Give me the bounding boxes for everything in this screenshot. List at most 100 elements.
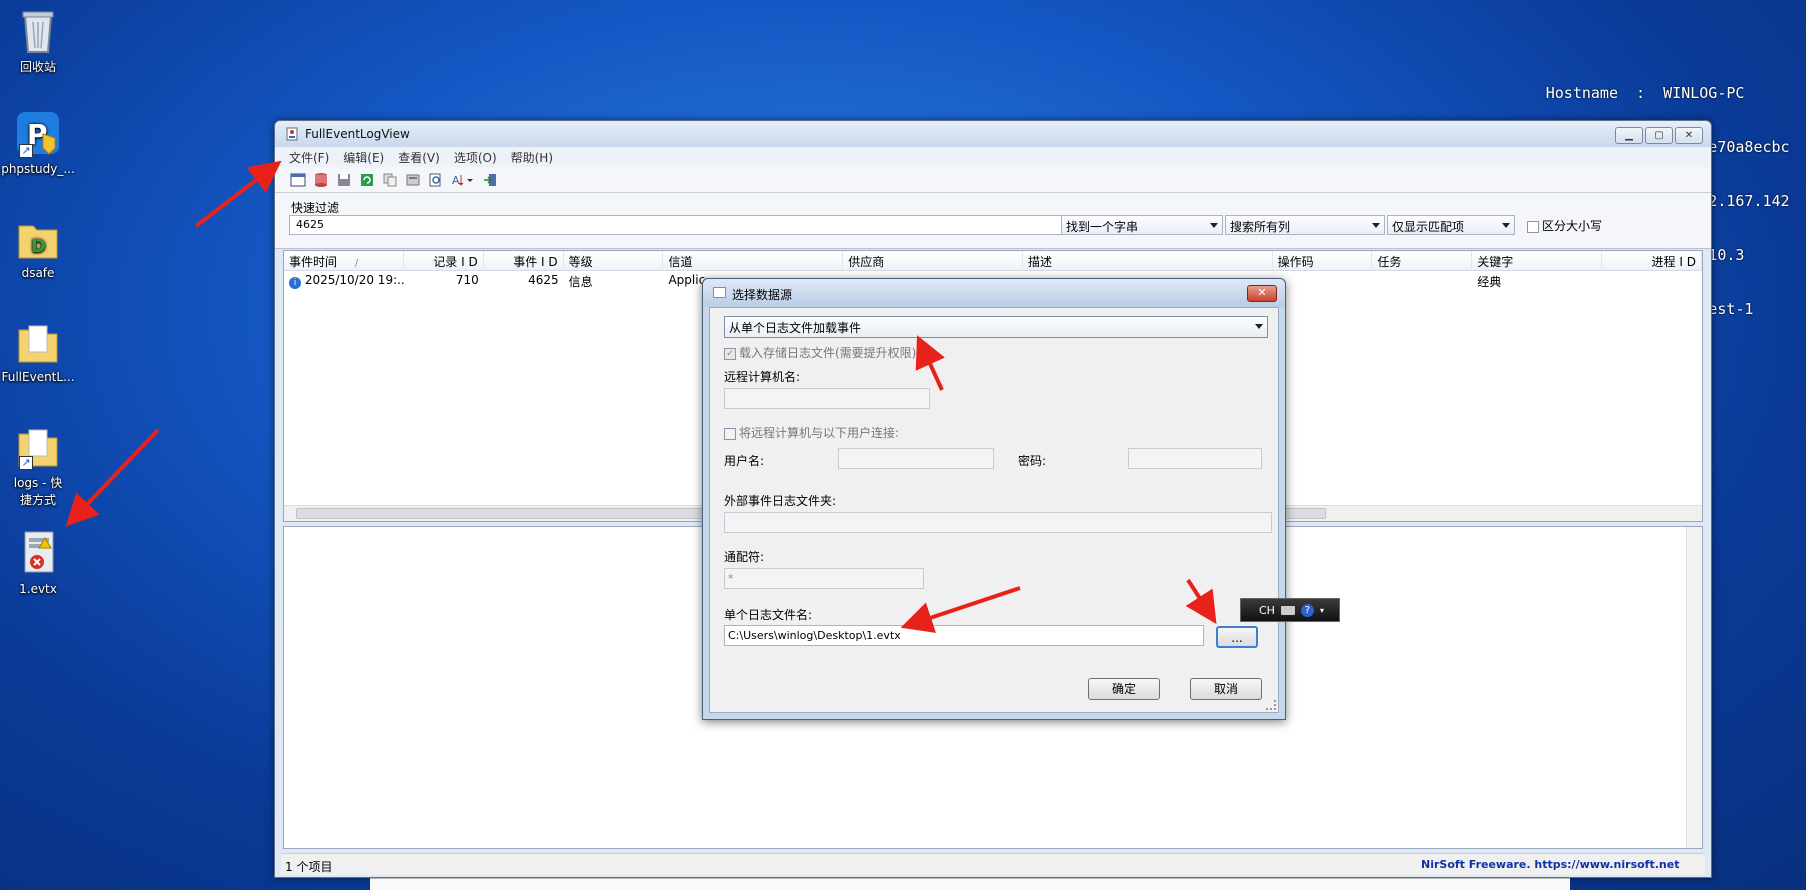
recycle-bin-icon (15, 6, 61, 54)
find-icon[interactable] (427, 171, 445, 189)
annotation-arrow-evtx (65, 428, 160, 527)
checkbox-box[interactable] (724, 427, 736, 440)
dialog-body: 从单个日志文件加载事件 ✓ 载入存储日志文件(需要提升权限) 远程计算机名: 将远… (709, 307, 1279, 713)
folder-icon: D (15, 214, 61, 262)
language-bar[interactable]: CH ? ▾ (1240, 598, 1340, 622)
password-input[interactable] (1128, 448, 1262, 469)
load-archived-checkbox[interactable]: ✓ 载入存储日志文件(需要提升权限) (724, 344, 916, 361)
keyboard-icon[interactable] (1280, 605, 1295, 615)
desktop-icon-label: FullEventL... (1, 370, 75, 384)
filter-columns-select[interactable]: 搜索所有列 (1225, 215, 1385, 235)
exit-icon[interactable] (481, 171, 499, 189)
single-file-input[interactable]: C:\Users\winlog\Desktop\1.evtx (724, 625, 1204, 646)
svg-text:A: A (452, 174, 460, 187)
ok-button[interactable]: 确定 (1088, 678, 1160, 700)
choose-data-source-dialog: 选择数据源 ✕ 从单个日志文件加载事件 ✓ 载入存储日志文件(需要提升权限) 远程… (702, 278, 1286, 720)
phpstudy-icon: P ↗ (15, 110, 61, 158)
sort-icon[interactable]: A (450, 171, 476, 189)
filter-mode-select[interactable]: 找到一个字串 (1061, 215, 1223, 235)
close-button[interactable]: ✕ (1675, 127, 1703, 144)
dialog-close-button[interactable]: ✕ (1247, 285, 1277, 302)
username-label: 用户名: (724, 454, 765, 468)
cell-level: 信息 (568, 275, 593, 289)
cell-record-id: 710 (455, 273, 479, 287)
cancel-button[interactable]: 取消 (1190, 678, 1262, 700)
column-header-opcode[interactable]: 操作码 (1273, 251, 1373, 271)
filter-columns-value: 搜索所有列 (1230, 220, 1291, 234)
help-icon[interactable]: ? (1300, 603, 1314, 617)
filter-display-value: 仅显示匹配项 (1392, 220, 1465, 234)
dialog-titlebar[interactable]: 选择数据源 ✕ (703, 279, 1285, 307)
filter-mode-value: 找到一个字串 (1066, 220, 1139, 234)
desktop-icon-label: 回收站 (19, 60, 56, 74)
column-header-keyword[interactable]: 关键字 (1472, 251, 1603, 271)
column-header-provider[interactable]: 供应商 (843, 251, 1023, 271)
column-header-channel[interactable]: 信道 (663, 251, 844, 271)
filter-display-select[interactable]: 仅显示匹配项 (1387, 215, 1515, 235)
cell-time: i 2025/10/20 19:... (284, 271, 404, 291)
resize-grip-icon[interactable] (1266, 700, 1276, 710)
annotation-arrow-menu (194, 160, 282, 228)
desktop-icon-dsafe[interactable]: D dsafe (0, 214, 76, 280)
menu-edit[interactable]: 编辑(E) (343, 149, 384, 166)
external-folder-label: 外部事件日志文件夹: (724, 494, 837, 508)
remote-computer-label: 远程计算机名: (724, 370, 801, 384)
connect-user-checkbox[interactable]: 将远程计算机与以下用户连接: (724, 424, 899, 441)
menu-file[interactable]: 文件(F) (289, 149, 329, 166)
connect-user-label: 将远程计算机与以下用户连接: (739, 426, 900, 440)
remote-computer-input[interactable] (724, 388, 930, 409)
options-icon[interactable]: ▾ (1320, 606, 1324, 615)
quick-filter-input[interactable]: 4625 (289, 215, 1071, 235)
menu-view[interactable]: 查看(V) (398, 149, 440, 166)
properties-icon[interactable] (404, 171, 422, 189)
checkbox-checked[interactable]: ✓ (724, 347, 736, 360)
desktop-icon-logs-shortcut[interactable]: ↗ logs - 快捷方式 (0, 422, 76, 508)
desktop-icon-fulleventlog-folder[interactable]: FullEventL... (0, 318, 76, 384)
item-count: 1 个项目 (285, 860, 333, 874)
language-indicator[interactable]: CH (1259, 604, 1275, 617)
chevron-down-icon (1255, 324, 1263, 329)
menu-options[interactable]: 选项(O) (454, 149, 497, 166)
vertical-scrollbar[interactable] (1686, 527, 1702, 848)
column-header-description[interactable]: 描述 (1023, 251, 1273, 271)
desktop-icon-1-evtx[interactable]: 1.evtx (0, 530, 76, 596)
column-header-task[interactable]: 任务 (1372, 251, 1473, 271)
case-sensitive-label: 区分大小写 (1542, 219, 1603, 233)
save-icon[interactable] (335, 171, 353, 189)
chevron-down-icon (1502, 223, 1510, 228)
toolbar: A (275, 167, 1711, 193)
dialog-icon (713, 287, 726, 298)
external-folder-input[interactable] (724, 512, 1272, 533)
copy-icon[interactable] (381, 171, 399, 189)
menu-bar: 文件(F) 编辑(E) 查看(V) 选项(O) 帮助(H) (275, 147, 1711, 167)
column-header-time[interactable]: 事件时间 / (284, 251, 404, 271)
checkbox-box[interactable] (1527, 220, 1539, 233)
source-type-select[interactable]: 从单个日志文件加载事件 (724, 316, 1268, 338)
nirsoft-link[interactable]: NirSoft Freeware. https://www.nirsoft.ne… (1421, 858, 1679, 871)
minimize-button[interactable]: ▁ (1615, 127, 1643, 144)
menu-help[interactable]: 帮助(H) (511, 149, 553, 166)
desktop-icon-phpstudy[interactable]: P ↗ phpstudy_... (0, 110, 76, 176)
cell-opcode (1273, 271, 1373, 291)
dialog-title: 选择数据源 (732, 288, 793, 302)
background-window-strip (370, 878, 1570, 890)
maximize-button[interactable]: ▢ (1645, 127, 1673, 144)
column-header-pid[interactable]: 进程 I D (1602, 251, 1702, 271)
column-header-event-id[interactable]: 事件 I D (484, 251, 564, 271)
case-sensitive-checkbox[interactable]: 区分大小写 (1527, 217, 1602, 234)
username-input[interactable] (838, 448, 994, 469)
column-header-level[interactable]: 等级 (564, 251, 664, 271)
browse-button[interactable]: ... (1216, 626, 1258, 648)
single-file-label: 单个日志文件名: (724, 608, 813, 622)
info-icon: i (289, 277, 301, 289)
sysinfo-value: WINLOG-PC (1663, 84, 1745, 102)
column-header-record-id[interactable]: 记录 I D (404, 251, 484, 271)
choose-source-icon[interactable] (289, 171, 307, 189)
database-icon[interactable] (312, 171, 330, 189)
app-icon (286, 127, 298, 141)
wildcard-input[interactable]: * (724, 568, 924, 589)
window-titlebar[interactable]: FullEventLogView ▁ ▢ ✕ (275, 121, 1711, 147)
desktop-icon-recycle-bin[interactable]: 回收站 (0, 6, 76, 75)
folder-shortcut-icon: ↗ (15, 422, 61, 470)
refresh-icon[interactable] (358, 171, 376, 189)
